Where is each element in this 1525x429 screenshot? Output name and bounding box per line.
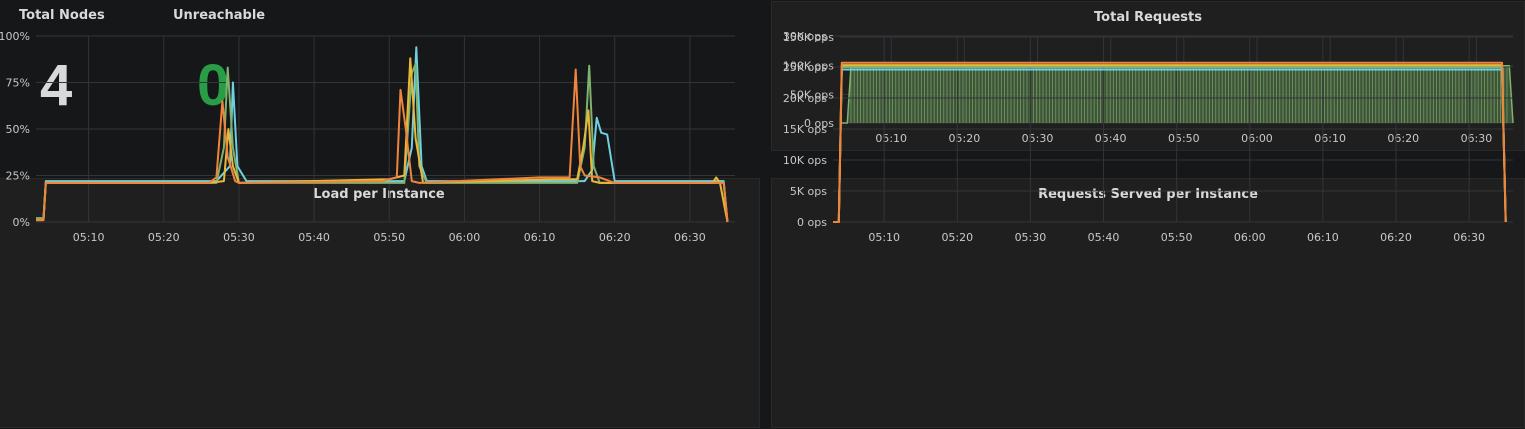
y-tick-label: 25K ops [783,61,827,74]
y-tick-label: 25% [6,170,30,183]
y-tick-label: 0 ops [797,216,827,229]
x-tick-label: 05:30 [223,231,255,244]
stat-title: Total Nodes [19,8,105,23]
x-tick-label: 05:50 [373,231,405,244]
x-tick-label: 05:50 [1168,132,1200,145]
x-tick-label: 05:30 [1022,132,1054,145]
y-tick-label: 75% [6,77,30,90]
series-line-1 [36,62,729,223]
x-tick-label: 05:40 [1088,231,1120,244]
x-tick-label: 06:30 [1453,231,1485,244]
series-line-0 [36,46,729,223]
x-tick-label: 05:20 [148,231,180,244]
x-tick-label: 06:20 [599,231,631,244]
x-tick-label: 05:20 [949,132,981,145]
x-tick-label: 05:10 [868,231,900,244]
y-tick-label: 15K ops [783,123,827,136]
x-tick-label: 06:30 [1461,132,1493,145]
x-tick-label: 05:10 [875,132,907,145]
y-tick-label: 20K ops [783,92,827,105]
panel-requests-served[interactable]: Requests Served per Instance 0 ops 5K ops… [771,30,1525,428]
x-tick-label: 05:40 [1095,132,1127,145]
x-tick-label: 05:50 [1161,231,1193,244]
x-tick-label: 06:00 [1234,231,1266,244]
x-tick-label: 06:10 [1314,132,1346,145]
x-tick-label: 06:10 [1307,231,1339,244]
y-tick-label: 50% [6,123,30,136]
x-tick-label: 06:10 [524,231,556,244]
y-tick-label: 5K ops [790,185,827,198]
stat-title: Unreachable [173,8,266,23]
x-tick-label: 06:20 [1387,132,1419,145]
x-tick-label: 06:30 [674,231,706,244]
y-tick-label: 0% [13,216,30,229]
stat-value: 0 [197,53,230,118]
x-tick-label: 06:00 [1241,132,1273,145]
requests-served-chart: 0 ops 5K ops 10K ops 15K ops 20K ops 25K ops 3… [783,30,1513,244]
y-tick-label: 10K ops [783,154,827,167]
x-tick-label: 05:30 [1015,231,1047,244]
x-tick-label: 05:20 [941,231,973,244]
load-per-instance-chart: 0% 25% 50% 75% 100% 05:10 05:20 05:30 05:40 05:50… [0,30,735,244]
x-tick-label: 06:00 [449,231,481,244]
series-line-3 [36,68,729,223]
panel-load-per-instance[interactable]: Load per Instance 0% 25% 50% 75% 100% 05:10 05… [0,30,760,428]
x-tick-label: 05:40 [298,231,330,244]
x-tick-label: 06:20 [1380,231,1412,244]
y-tick-label: 30K ops [783,30,827,43]
x-tick-label: 05:10 [73,231,105,244]
y-tick-label: 100% [0,30,30,43]
stat-value: 4 [40,53,73,118]
